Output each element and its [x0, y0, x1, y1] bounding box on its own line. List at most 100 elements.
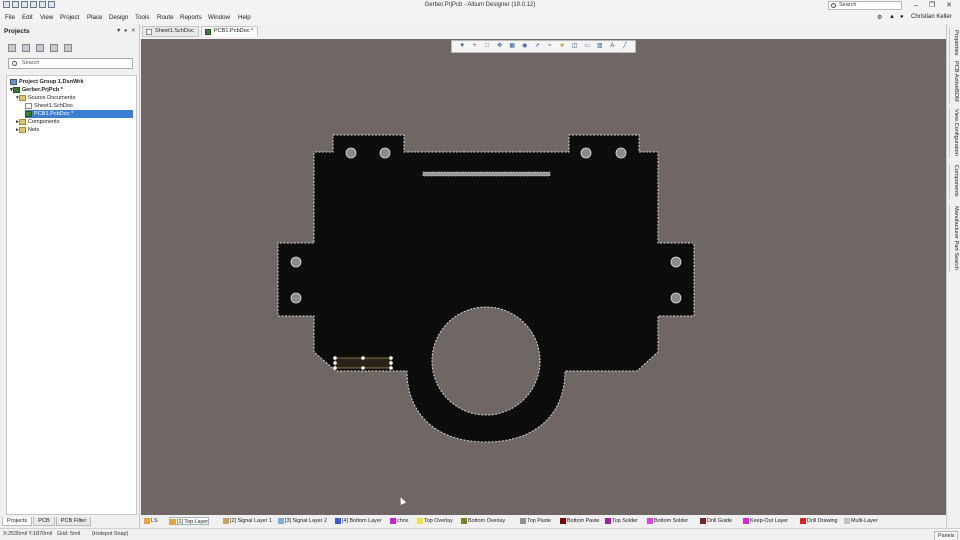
layer-tab-label: Drill Guide [707, 518, 733, 524]
mounting-hole [615, 147, 627, 159]
layer-tab-label: LS [151, 518, 158, 524]
menu-project[interactable]: Project [60, 14, 79, 21]
mounting-hole [345, 147, 357, 159]
line-icon[interactable]: ╱ [621, 43, 628, 50]
menu-file[interactable]: File [5, 14, 15, 21]
menu-edit[interactable]: Edit [22, 14, 33, 21]
tab-properties[interactable]: Properties [949, 28, 959, 58]
layer-tab-label: Bottom Solder [654, 518, 689, 524]
tab-projects[interactable]: Projects [2, 517, 33, 526]
mounting-hole [670, 292, 682, 304]
layer-tab-1[interactable]: [1] Top Layer [169, 517, 210, 525]
menu-reports[interactable]: Reports [180, 14, 202, 21]
layer-tab-8[interactable]: Top Paste [520, 517, 551, 525]
menu-window[interactable]: Window [208, 14, 230, 21]
selection-handle [333, 356, 337, 360]
layer-color-swatch [170, 519, 176, 525]
layer-tab-5[interactable]: chns [390, 517, 408, 525]
project-options-icon[interactable] [50, 44, 58, 52]
tab-pcb[interactable]: PCB [33, 517, 55, 526]
projects-toolbar [8, 44, 72, 52]
tree-item-sheet1-schdoc[interactable]: Sheet1.SchDoc [25, 102, 135, 110]
slot-cutout [422, 171, 551, 177]
tab-pcb-activebom[interactable]: PCB ActiveBOM [949, 59, 959, 104]
minimize-button[interactable]: – [908, 0, 924, 11]
panels-button[interactable]: Panels [934, 531, 959, 540]
global-search-input[interactable]: Search [828, 1, 902, 10]
layer-tab-15[interactable]: Multi-Layer [844, 517, 878, 525]
highlight-icon[interactable]: ★ [559, 43, 566, 50]
maximize-button[interactable]: ❐ [924, 0, 940, 11]
layer-tab-0[interactable]: LS [144, 517, 158, 525]
schematic-doc-icon [25, 102, 32, 109]
tab-components[interactable]: Components [949, 163, 959, 199]
layer-tab-11[interactable]: Bottom Solder [647, 517, 688, 525]
right-panel-strip: Properties PCB ActiveBOM View Configurat… [946, 24, 960, 528]
selected-component[interactable] [333, 356, 393, 370]
menu-design[interactable]: Design [109, 14, 128, 21]
layer-tab-13[interactable]: Keep-Out Layer [743, 517, 788, 525]
filter-icon[interactable]: ▼ [459, 43, 466, 50]
route-icon[interactable]: ➚ [534, 43, 541, 50]
panel-close-icon[interactable]: ✕ [131, 28, 136, 34]
pcb-doc-icon [204, 29, 211, 35]
settings-gear-icon[interactable] [64, 44, 72, 52]
pcb-board-view[interactable] [141, 39, 946, 515]
open-folder-icon[interactable] [36, 44, 44, 52]
polygon-icon[interactable]: ▭ [584, 43, 591, 50]
layer-tab-7[interactable]: Bottom Overlay [461, 517, 505, 525]
save-project-icon[interactable] [8, 44, 16, 52]
tree-item-pcb-project[interactable]: ▾ Gerber.PrjPcb * [10, 86, 135, 94]
add-icon[interactable]: + [471, 43, 478, 50]
move-icon[interactable]: ✥ [496, 43, 503, 50]
layer-color-swatch [461, 518, 467, 524]
menu-place[interactable]: Place [87, 14, 102, 21]
tab-manufacturer-part-search[interactable]: Manufacturer Part Search [949, 204, 959, 273]
tree-item-components[interactable]: ▸ Components [16, 118, 135, 126]
menu-view[interactable]: View [40, 14, 53, 21]
selection-handle [333, 361, 337, 365]
projects-panel: Projects ▼ ● ✕ Search Project Group 1.Ds… [0, 24, 140, 528]
keepout-icon[interactable]: ◫ [571, 43, 578, 50]
tree-item-nets[interactable]: ▸ Nets [16, 126, 135, 134]
panel-menu-icon[interactable]: ▼ [116, 28, 121, 34]
align-icon[interactable]: ▦ [509, 43, 516, 50]
pcb-editor-canvas[interactable]: ▼ + □ ✥ ▦ ◉ ➚ ≈ ★ ◫ ▭ ▥ A ╱ [141, 39, 946, 515]
compile-icon[interactable] [22, 44, 30, 52]
text-icon[interactable]: A [609, 43, 616, 50]
tree-item-pcb1-pcbdoc[interactable]: PCB1.PcbDoc * [25, 110, 133, 118]
interactive-route-icon[interactable]: ≈ [546, 43, 553, 50]
close-button[interactable]: ✕ [941, 0, 957, 11]
layer-color-swatch [144, 518, 150, 524]
place-pad-icon[interactable]: ◉ [521, 43, 528, 50]
tab-pcb-filter[interactable]: PCB Filter [55, 517, 92, 526]
tab-view-configuration[interactable]: View Configuration [949, 107, 959, 158]
layer-tab-9[interactable]: Bottom Paste [560, 517, 599, 525]
tab-sheet1-schdoc[interactable]: Sheet1.SchDoc [142, 26, 199, 37]
select-rect-icon[interactable]: □ [484, 43, 491, 50]
layer-tab-6[interactable]: Top Overlay [417, 517, 453, 525]
project-tree: Project Group 1.DsnWrk ▾ Gerber.PrjPcb * … [6, 75, 137, 515]
menu-route[interactable]: Route [157, 14, 174, 21]
user-avatar-icon[interactable]: ● [900, 14, 904, 20]
tree-item-project-group[interactable]: Project Group 1.DsnWrk [10, 78, 135, 86]
notifications-icon[interactable]: ▲ [889, 14, 895, 20]
menu-tools[interactable]: Tools [135, 14, 149, 21]
layer-tab-2[interactable]: [2] Signal Layer 1 [223, 517, 272, 525]
projects-panel-title: Projects [4, 28, 30, 35]
mounting-hole [379, 147, 391, 159]
pin-icon[interactable]: ● [124, 28, 127, 34]
projects-search-input[interactable]: Search [8, 58, 133, 69]
layer-tab-10[interactable]: Top Solder [605, 517, 638, 525]
layer-tab-12[interactable]: Drill Guide [700, 517, 732, 525]
user-name[interactable]: Christian Keller [911, 14, 952, 20]
tree-item-source-documents[interactable]: ▾ Source Documents [16, 94, 135, 102]
selection-handle [389, 366, 393, 370]
layer-tab-14[interactable]: Drill Drawing [800, 517, 838, 525]
layer-tab-3[interactable]: [3] Signal Layer 2 [278, 517, 327, 525]
dimension-icon[interactable]: ▥ [596, 43, 603, 50]
layer-tab-4[interactable]: [4] Bottom Layer [335, 517, 382, 525]
tab-pcb1-pcbdoc[interactable]: PCB1.PcbDoc * [200, 26, 259, 37]
settings-icon[interactable]: ⚙ [877, 14, 882, 21]
menu-help[interactable]: Help [238, 14, 251, 21]
